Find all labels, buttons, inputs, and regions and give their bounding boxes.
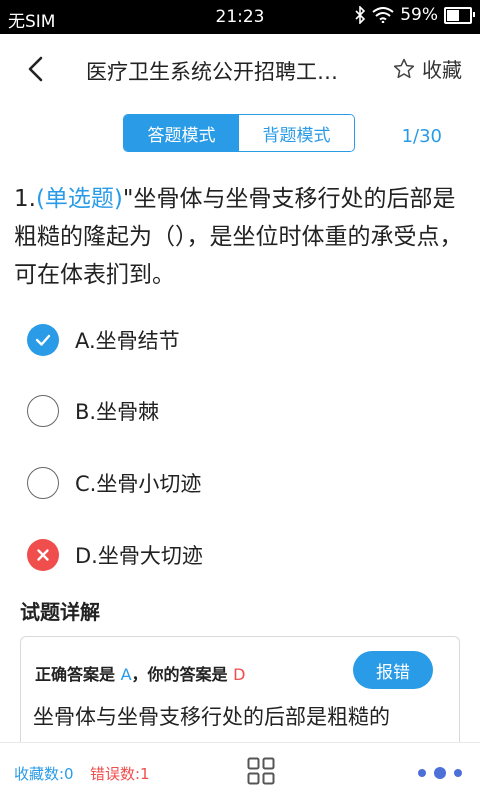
battery-icon [444, 6, 475, 24]
error-count: 错误数:1 [90, 765, 150, 783]
battery-percent: 59% [400, 5, 438, 25]
question-text: 1.(单选题)"坐骨体与坐骨支移行处的后部是粗糙的隆起为（），是坐位时体重的承受… [14, 180, 472, 294]
grid-icon[interactable] [247, 757, 275, 785]
bluetooth-icon [355, 6, 366, 24]
explanation-text: 坐骨体与坐骨支移行处的后部是粗糙的 [33, 705, 390, 729]
favorite-label: 收藏 [422, 58, 462, 82]
back-arrow-icon[interactable] [22, 54, 52, 84]
option-a[interactable]: A.坐骨结节 [27, 320, 180, 360]
favorite-button[interactable]: 收藏 [392, 54, 462, 83]
bottom-bar: 收藏数:0 错误数:1 [0, 742, 480, 801]
question-progress: 1/30 [401, 126, 442, 147]
page-title: 医疗卫生系统公开招聘工… [86, 60, 338, 84]
favorite-count: 收藏数:0 [14, 765, 74, 783]
correct-answer-prefix: 正确答案是 [35, 665, 121, 684]
detail-title: 试题详解 [20, 600, 100, 624]
option-label: B.坐骨棘 [75, 400, 160, 424]
cross-icon [27, 539, 59, 571]
mode-toggle: 答题模式 背题模式 [123, 114, 355, 152]
more-dots-icon[interactable] [418, 767, 462, 779]
option-d[interactable]: D.坐骨大切迹 [27, 535, 203, 575]
checkmark-icon [27, 324, 59, 356]
wifi-icon [372, 7, 394, 23]
user-answer-prefix: ，你的答案是 [131, 665, 234, 684]
tab-answer-mode[interactable]: 答题模式 [124, 115, 239, 151]
tab-recite-mode[interactable]: 背题模式 [239, 115, 354, 151]
radio-empty-icon [27, 467, 59, 499]
option-label: C.坐骨小切迹 [75, 472, 202, 496]
status-bar: 无SIM 21:23 59% [0, 0, 480, 34]
answer-line: 正确答案是 A，你的答案是 D [35, 661, 245, 685]
star-icon [393, 58, 415, 78]
option-label: D.坐骨大切迹 [75, 544, 203, 568]
user-answer: D [233, 665, 246, 684]
status-icons: 59% [354, 5, 475, 25]
correct-answer: A [120, 665, 132, 684]
radio-empty-icon [27, 395, 59, 427]
nav-bar: 医疗卫生系统公开招聘工… 收藏 [0, 34, 480, 104]
option-b[interactable]: B.坐骨棘 [27, 391, 159, 431]
option-label: A.坐骨结节 [75, 329, 180, 353]
question-type: (单选题) [35, 186, 123, 212]
report-error-button[interactable]: 报错 [353, 651, 433, 689]
question-number: 1. [14, 186, 36, 212]
detail-card: 正确答案是 A，你的答案是 D 报错 坐骨体与坐骨支移行处的后部是粗糙的 [20, 636, 460, 756]
option-c[interactable]: C.坐骨小切迹 [27, 463, 201, 503]
